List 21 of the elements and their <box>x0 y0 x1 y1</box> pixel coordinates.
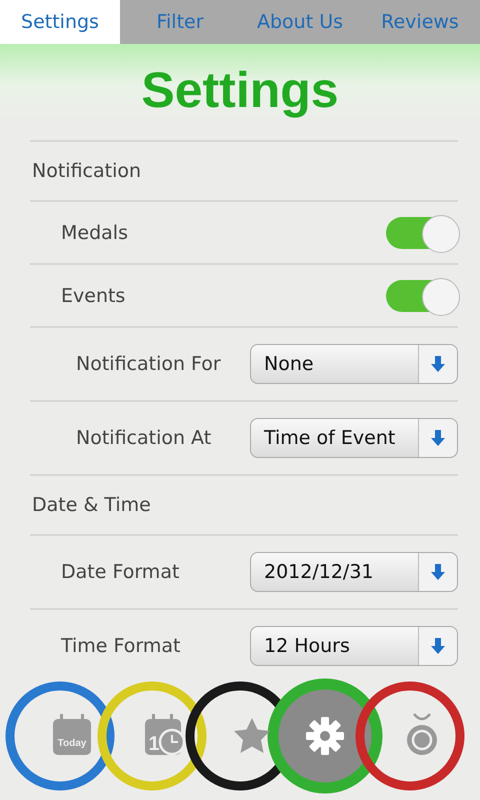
medal-icon[interactable] <box>407 713 437 755</box>
dropdown[interactable]: 2012/12/31 <box>250 552 458 592</box>
dropdown[interactable]: Time of Event <box>250 418 458 458</box>
star-icon[interactable] <box>234 718 270 753</box>
setting-label: Medals <box>61 222 129 244</box>
down-arrow-icon <box>431 430 445 446</box>
page-title: Settings <box>140 61 340 120</box>
down-arrow-icon <box>431 564 445 580</box>
dropdown[interactable]: None <box>250 344 458 384</box>
setting-label: Time Format <box>61 635 182 657</box>
down-arrow-icon <box>431 638 445 654</box>
setting-label: Notification For <box>76 353 222 375</box>
setting-label: Date Format <box>61 561 180 583</box>
dropdown[interactable]: 12 Hours <box>250 626 458 666</box>
section-header: Date & Time <box>32 494 152 516</box>
tab[interactable]: Settings <box>0 0 120 44</box>
settings-icon[interactable] <box>306 717 344 755</box>
down-arrow-icon <box>431 356 445 372</box>
section-header: Notification <box>32 160 142 182</box>
setting-label: Notification At <box>76 427 212 449</box>
setting-label: Events <box>61 284 126 306</box>
